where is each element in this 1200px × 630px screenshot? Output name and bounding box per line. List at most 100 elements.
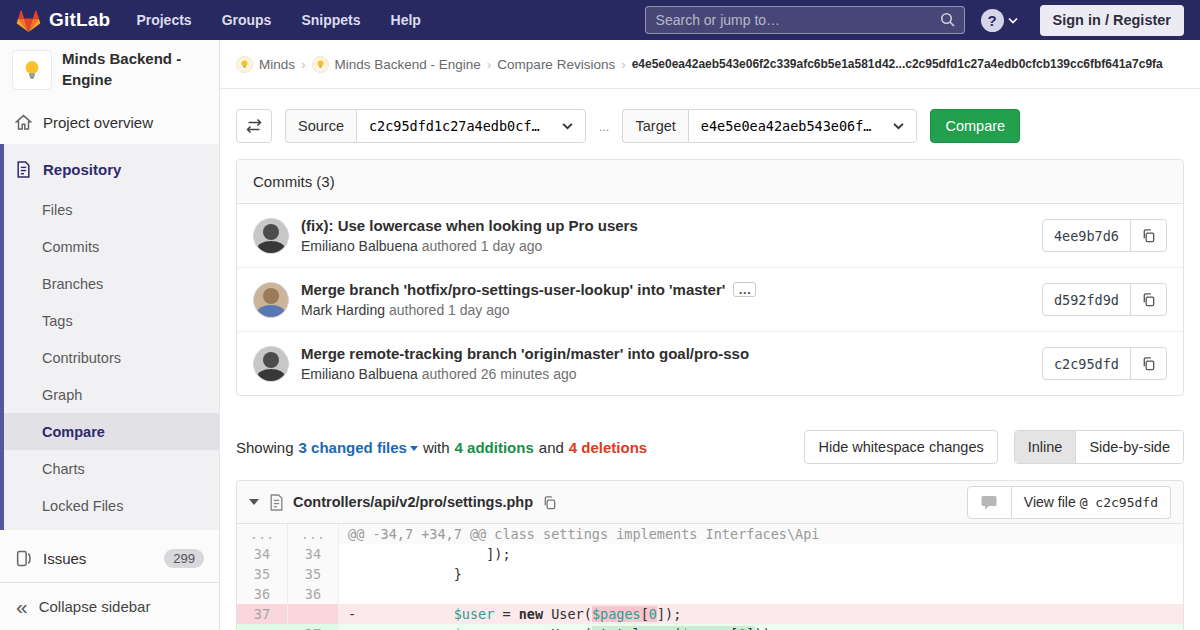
view-file-button[interactable]: View file @ c2c95dfd: [1012, 486, 1171, 519]
deletions-count: 4 deletions: [569, 439, 647, 456]
compare-button[interactable]: Compare: [930, 109, 1020, 143]
code-line: [339, 584, 1183, 604]
top-navbar: GitLab Projects Groups Snippets Help ? S…: [0, 0, 1200, 40]
old-line-number[interactable]: 35: [237, 564, 288, 584]
copy-sha-button[interactable]: [1131, 348, 1166, 379]
collapse-sidebar-button[interactable]: « Collapse sidebar: [0, 582, 219, 630]
commit-author[interactable]: Mark Harding: [301, 302, 385, 318]
hide-whitespace-button[interactable]: Hide whitespace changes: [804, 430, 997, 464]
diff-removed-line-row: 37 - $user = new User($pages[0]);: [237, 604, 1183, 624]
diff-view-toggle: Inline Side-by-side: [1014, 430, 1184, 464]
new-line-number[interactable]: 36: [288, 584, 339, 604]
nav-snippets[interactable]: Snippets: [301, 12, 360, 28]
swap-revisions-button[interactable]: [236, 109, 272, 143]
nav-help[interactable]: Help: [391, 12, 421, 28]
sidebar-item-graph[interactable]: Graph: [4, 376, 219, 413]
breadcrumb-compare-revisions[interactable]: Compare Revisions: [497, 57, 615, 72]
target-input-group: Target e4e5e0ea42aeb543e06f…: [622, 109, 917, 143]
double-chevron-left-icon: «: [16, 596, 28, 617]
diff-table: ... ... @@ -34,7 +34,7 @@ class settings…: [237, 524, 1183, 630]
commits-header: Commits (3): [237, 160, 1183, 204]
sidebar-item-branches[interactable]: Branches: [4, 265, 219, 302]
source-value: c2c95dfd1c27a4edb0cf…: [369, 118, 540, 134]
sign-in-button[interactable]: Sign in / Register: [1040, 5, 1184, 36]
lightbulb-icon: [20, 58, 44, 82]
gitlab-tanuki-icon: [16, 8, 41, 33]
commit-title[interactable]: (fix): Use lowercase when looking up Pro…: [301, 217, 638, 234]
copy-sha-button[interactable]: [1131, 220, 1166, 251]
toggle-comments-button[interactable]: [967, 486, 1012, 519]
old-line-number[interactable]: [237, 624, 288, 630]
commit-title[interactable]: Merge branch 'hotfix/pro-settings-user-l…: [301, 281, 725, 298]
commit-title[interactable]: Merge remote-tracking branch 'origin/mas…: [301, 345, 749, 362]
new-line-number[interactable]: 35: [288, 564, 339, 584]
sidebar-item-project-overview[interactable]: Project overview: [0, 100, 219, 144]
copy-file-path-icon[interactable]: [542, 495, 557, 510]
brand-text: GitLab: [49, 9, 110, 31]
compare-form: Source c2c95dfd1c27a4edb0cf… ... Target …: [236, 109, 1184, 143]
collapse-diff-caret-icon[interactable]: [249, 499, 259, 505]
project-title[interactable]: Minds Backend - Engine: [62, 49, 207, 90]
copy-icon: [1141, 356, 1156, 371]
commit-sha[interactable]: c2c95dfd: [1043, 348, 1131, 379]
commit-sha[interactable]: d592fd9d: [1043, 284, 1131, 315]
avatar[interactable]: [253, 282, 289, 318]
copy-sha-button[interactable]: [1131, 284, 1166, 315]
new-line-number[interactable]: 37: [288, 624, 339, 630]
inline-view-button[interactable]: Inline: [1015, 431, 1076, 463]
code-line: + $user = new User(strtolower($pages[0])…: [339, 624, 1183, 630]
hunk-header-text: @@ -34,7 +34,7 @@ class settings impleme…: [339, 524, 1183, 544]
repository-section: Repository Files Commits Branches Tags C…: [0, 144, 219, 530]
issues-count-badge: 299: [164, 549, 204, 568]
commit-author[interactable]: Emiliano Balbuena: [301, 238, 418, 254]
sidebar-item-charts[interactable]: Charts: [4, 450, 219, 487]
old-line-number[interactable]: 34: [237, 544, 288, 564]
commit-row: Merge branch 'hotfix/pro-settings-user-l…: [237, 267, 1183, 331]
breadcrumb-project[interactable]: Minds Backend - Engine: [335, 57, 481, 72]
sidebar-nav: Project overview Repository Files Commit…: [0, 100, 219, 580]
showing-label: Showing: [236, 439, 294, 456]
new-line-number: ...: [288, 524, 339, 544]
target-branch-dropdown[interactable]: e4e5e0ea42aeb543e06f…: [688, 109, 918, 143]
breadcrumb-separator: ›: [621, 57, 626, 72]
gitlab-logo[interactable]: GitLab: [16, 8, 110, 33]
commits-panel: Commits (3) (fix): Use lowercase when lo…: [236, 159, 1184, 396]
breadcrumb-minds[interactable]: Minds: [259, 57, 295, 72]
sidebar-item-commits[interactable]: Commits: [4, 228, 219, 265]
search-icon: [940, 12, 956, 28]
sidebar-item-issues[interactable]: Issues 299: [0, 536, 219, 580]
old-line-number[interactable]: 37: [237, 604, 288, 624]
breadcrumb-separator: ›: [301, 57, 306, 72]
diff-summary-bar: Showing 3 changed files with 4 additions…: [236, 430, 1184, 464]
code-line: }: [339, 564, 1183, 584]
breadcrumb-current-sha: e4e5e0ea42aeb543e06f2c339afc6b5e1a581d42…: [632, 57, 1163, 71]
side-by-side-view-button[interactable]: Side-by-side: [1075, 431, 1183, 463]
changed-files-dropdown[interactable]: 3 changed files: [299, 439, 418, 456]
commit-sha[interactable]: 4ee9b7d6: [1043, 220, 1131, 251]
avatar[interactable]: [253, 218, 289, 254]
help-menu[interactable]: ?: [981, 9, 1018, 32]
additions-count: 4 additions: [455, 439, 534, 456]
nav-projects[interactable]: Projects: [136, 12, 191, 28]
commit-author[interactable]: Emiliano Balbuena: [301, 366, 418, 382]
copy-icon: [1141, 292, 1156, 307]
sidebar-item-tags[interactable]: Tags: [4, 302, 219, 339]
commit-time: authored 26 minutes ago: [422, 366, 577, 382]
old-line-number[interactable]: 36: [237, 584, 288, 604]
sidebar-item-files[interactable]: Files: [4, 191, 219, 228]
project-avatar[interactable]: [12, 50, 52, 90]
diff-file-path[interactable]: Controllers/api/v2/pro/settings.php: [293, 494, 533, 510]
sidebar-item-repository[interactable]: Repository: [4, 147, 219, 191]
new-line-number[interactable]: 34: [288, 544, 339, 564]
sidebar-item-label: Repository: [43, 161, 121, 178]
source-branch-dropdown[interactable]: c2c95dfd1c27a4edb0cf…: [356, 109, 586, 143]
commit-description-expander[interactable]: …: [733, 282, 756, 297]
sidebar-item-label: Issues: [43, 550, 86, 567]
nav-groups[interactable]: Groups: [222, 12, 272, 28]
sidebar-item-compare[interactable]: Compare: [4, 413, 219, 450]
sidebar-item-locked-files[interactable]: Locked Files: [4, 487, 219, 524]
new-line-number[interactable]: [288, 604, 339, 624]
search-input[interactable]: [645, 6, 965, 34]
sidebar-item-contributors[interactable]: Contributors: [4, 339, 219, 376]
avatar[interactable]: [253, 346, 289, 382]
